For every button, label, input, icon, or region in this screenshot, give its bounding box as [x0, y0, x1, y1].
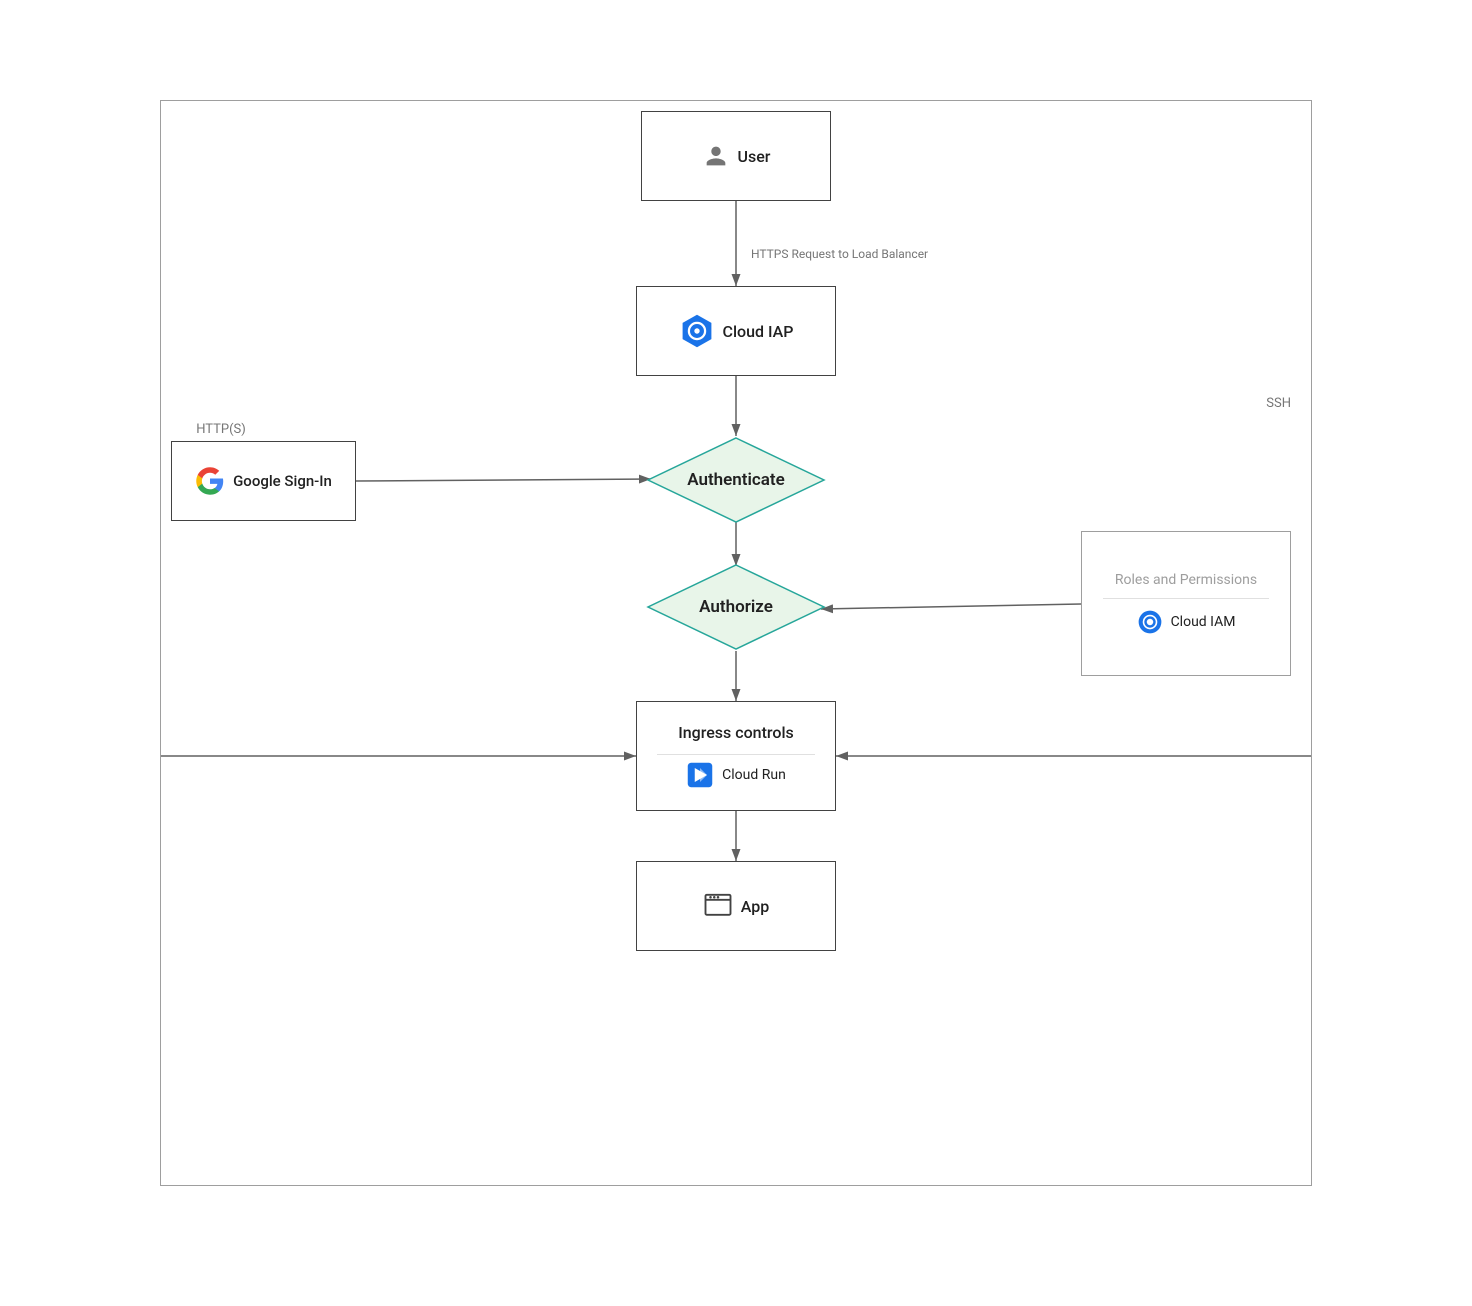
roles-permissions-node: Roles and Permissions Cloud IAM [1081, 531, 1291, 676]
authenticate-diamond: Authenticate [646, 436, 826, 524]
authenticate-label: Authenticate [687, 470, 785, 490]
cloud-iap-label: Cloud IAP [723, 322, 794, 341]
app-icon-container: App [703, 891, 769, 921]
cloud-iam-label: Cloud IAM [1171, 614, 1236, 630]
app-label: App [741, 897, 769, 916]
roles-title: Roles and Permissions [1115, 572, 1257, 588]
roles-divider [1103, 598, 1269, 599]
ssh-label: SSH [1241, 396, 1291, 411]
cloud-iap-icon-container: Cloud IAP [679, 313, 794, 349]
diagram-container: HTTPS Request to Load Balancer HTTP(S) R… [60, 40, 1412, 1266]
cloud-iap-node: Cloud IAP [636, 286, 836, 376]
cloud-run-icon [686, 761, 714, 789]
cloud-iap-icon [679, 313, 715, 349]
cloud-run-icon-container: Cloud Run [686, 761, 786, 789]
ingress-node: Ingress controls Cloud Run [636, 701, 836, 811]
ingress-divider [657, 754, 815, 755]
cloud-run-label: Cloud Run [722, 767, 786, 783]
user-node: User [641, 111, 831, 201]
outer-box: HTTPS Request to Load Balancer HTTP(S) R… [160, 100, 1312, 1186]
authorize-diamond: Authorize [646, 563, 826, 651]
https-request-label: HTTPS Request to Load Balancer [751, 246, 928, 263]
ingress-title: Ingress controls [678, 723, 794, 742]
user-label: User [738, 147, 771, 166]
cloud-iam-icon [1137, 609, 1163, 635]
cloud-iam-container: Cloud IAM [1137, 609, 1236, 635]
app-browser-icon [703, 891, 733, 921]
user-icon-container: User [702, 142, 771, 170]
authorize-label: Authorize [699, 597, 773, 617]
person-icon [702, 142, 730, 170]
google-signin-label: Google Sign-In [233, 472, 332, 490]
app-node: App [636, 861, 836, 951]
google-signin-node: Google Sign-In [171, 441, 356, 521]
google-icon [195, 466, 225, 496]
